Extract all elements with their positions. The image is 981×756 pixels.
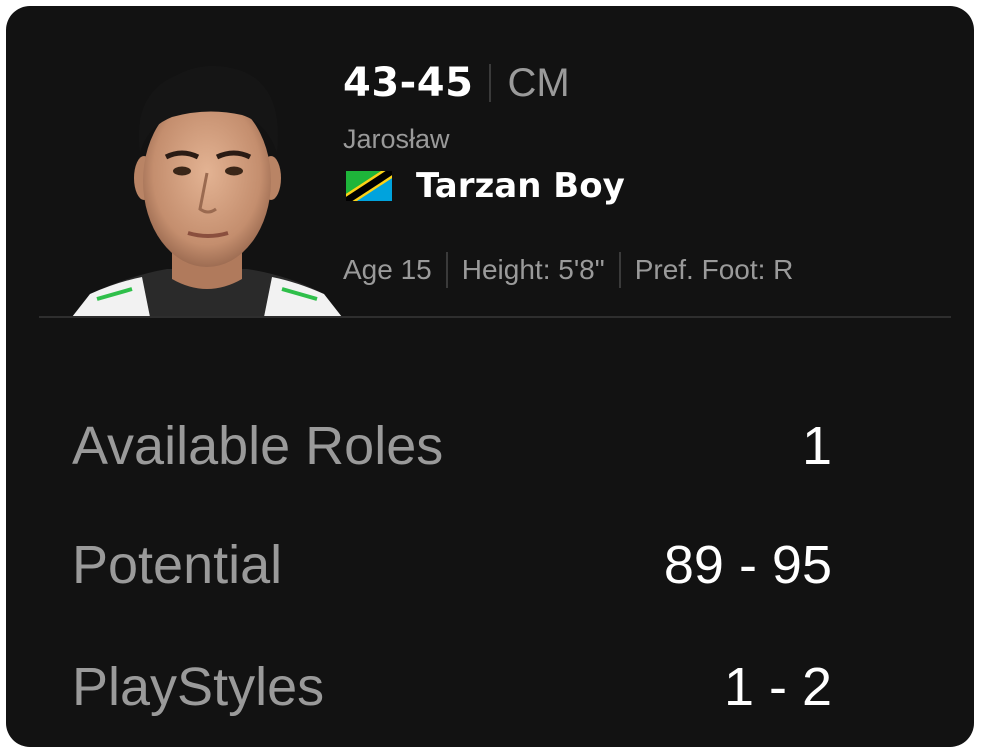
player-info-line: Age 15 Height: 5'8" Pref. Foot: R <box>343 250 793 290</box>
info-separator <box>445 252 448 288</box>
player-portrait <box>72 65 342 317</box>
rating-separator <box>489 64 492 102</box>
player-name-line: Tarzan Boy <box>346 166 625 206</box>
stat-value: 89 - 95 <box>663 535 832 595</box>
rating-line: 43-45 CM <box>343 58 570 108</box>
stat-row-potential: Potential 89 - 95 <box>72 530 832 600</box>
stat-value: 1 - 2 <box>723 657 832 717</box>
stat-row-available-roles: Available Roles 1 <box>72 411 832 481</box>
player-pref-foot: Pref. Foot: R <box>634 254 794 285</box>
stat-row-playstyles: PlayStyles 1 - 2 <box>72 652 832 722</box>
tanzania-flag-icon <box>346 171 392 201</box>
stat-label: Potential <box>72 535 283 595</box>
section-divider <box>39 316 951 318</box>
player-height: Height: 5'8" <box>461 254 605 285</box>
overall-rating: 43-45 <box>343 60 474 106</box>
player-age: Age 15 <box>343 254 432 285</box>
stat-label: Available Roles <box>72 416 444 476</box>
player-position: CM <box>507 60 570 105</box>
player-card: 43-45 CM Jarosław Tarzan Boy Age 15 Heig… <box>6 6 974 747</box>
stat-value: 1 <box>801 416 832 476</box>
player-last-name: Tarzan Boy <box>416 166 625 206</box>
player-first-name: Jarosław <box>343 124 450 154</box>
info-separator <box>618 252 621 288</box>
stat-label: PlayStyles <box>72 657 325 717</box>
